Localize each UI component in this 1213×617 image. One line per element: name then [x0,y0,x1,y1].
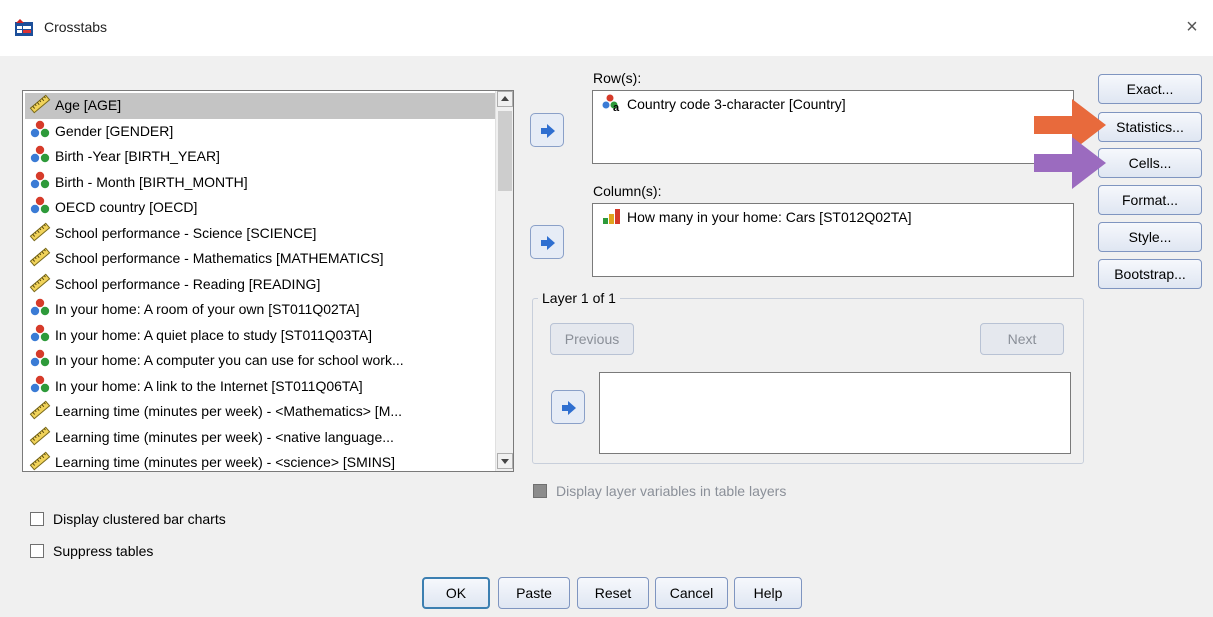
scale-ruler-icon [29,222,51,242]
purple-callout-arrow-icon [1034,137,1106,189]
bootstrap-button[interactable]: Bootstrap... [1098,259,1202,289]
variable-list-item[interactable]: In your home: A link to the Internet [ST… [25,374,495,400]
move-to-layer-button[interactable] [551,390,585,424]
columns-field[interactable]: How many in your home: Cars [ST012Q02TA] [592,203,1074,277]
ok-button[interactable]: OK [422,577,490,609]
display-layer-checkbox[interactable] [533,484,547,498]
statistics-button[interactable]: Statistics... [1098,112,1202,142]
crosstabs-app-icon [15,19,33,36]
variable-label: School performance - Reading [READING] [55,275,321,292]
variable-label: School performance - Mathematics [MATHEM… [55,250,384,266]
variable-list-item[interactable]: Gender [GENDER] [25,119,495,145]
layer-field[interactable] [599,372,1071,454]
variable-label: OECD country [OECD] [55,199,198,215]
scroll-down-icon[interactable] [497,453,513,469]
format-button[interactable]: Format... [1098,185,1202,215]
window-title: Crosstabs [44,19,108,35]
source-variable-list[interactable]: Age [AGE] Gender [GENDER] Birth -Year [BIR… [22,90,514,472]
scroll-thumb[interactable] [498,111,512,191]
nominal-icon [30,171,50,188]
variable-label: In your home: A link to the Internet [ST… [55,377,363,394]
scale-ruler-icon [29,451,51,471]
variable-label: Learning time (minutes per week) - <nati… [55,428,394,445]
title-bar: Crosstabs × [0,0,1213,56]
variable-list-item[interactable]: OECD country [OECD] [25,195,495,221]
scale-ruler-icon [29,400,51,420]
variable-list-item[interactable]: Learning time (minutes per week) - <scie… [25,450,495,471]
clustered-bar-checkbox[interactable] [30,512,44,526]
cells-button[interactable]: Cells... [1098,148,1202,178]
variable-list-item[interactable]: School performance - Mathematics [MATHEM… [25,246,495,272]
nominal-icon [30,120,50,137]
reset-button[interactable]: Reset [577,577,649,609]
nominal-icon [30,350,50,367]
variable-list-item[interactable]: Learning time (minutes per week) - <nati… [25,425,495,451]
ordinal-bars-icon [603,209,620,225]
move-to-rows-button[interactable] [530,113,564,147]
previous-button[interactable]: Previous [550,323,634,355]
layer-legend: Layer 1 of 1 [538,290,620,306]
scale-ruler-icon [29,247,51,267]
move-to-columns-button[interactable] [530,225,564,259]
svg-text:a: a [613,102,620,112]
display-layer-label: Display layer variables in table layers [556,483,787,499]
cancel-button[interactable]: Cancel [655,577,728,609]
nominal-string-icon: a [602,94,620,112]
variable-list-item[interactable]: School performance - Reading [READING] [25,272,495,298]
variable-list-item[interactable]: Learning time (minutes per week) - <Math… [25,399,495,425]
variable-label: Birth -Year [BIRTH_YEAR] [55,148,220,164]
scale-ruler-icon [29,426,51,446]
columns-item[interactable]: How many in your home: Cars [ST012Q02TA] [601,209,912,227]
variable-label: Gender [GENDER] [55,122,174,139]
nominal-icon [30,299,50,316]
variable-list-item[interactable]: Birth - Month [BIRTH_MONTH] [25,170,495,196]
variable-label: School performance - Science [SCIENCE] [55,224,317,241]
clustered-bar-label: Display clustered bar charts [53,511,226,527]
variable-label: In your home: A room of your own [ST011Q… [55,301,360,317]
scroll-up-icon[interactable] [497,91,513,107]
variable-list-item[interactable]: Birth -Year [BIRTH_YEAR] [25,144,495,170]
columns-label: Column(s): [593,183,662,199]
rows-item[interactable]: a Country code 3-character [Country] [601,94,846,114]
variable-list-item[interactable]: School performance - Science [SCIENCE] [25,221,495,247]
variable-list-item[interactable]: In your home: A room of your own [ST011Q… [25,297,495,323]
scale-ruler-icon [29,273,51,293]
nominal-icon [30,197,50,214]
scale-ruler-icon [29,94,51,114]
exact-button[interactable]: Exact... [1098,74,1202,104]
variable-list-item[interactable]: In your home: A quiet place to study [ST… [25,323,495,349]
next-button[interactable]: Next [980,323,1064,355]
vertical-scrollbar[interactable] [495,91,513,471]
nominal-icon [30,324,50,341]
variable-label: Learning time (minutes per week) - <scie… [55,454,396,470]
suppress-tables-label: Suppress tables [53,543,154,559]
variable-label: Birth - Month [BIRTH_MONTH] [55,173,248,190]
right-arrow-icon [562,401,576,415]
variable-label: In your home: A computer you can use for… [55,352,404,368]
nominal-icon [30,375,50,392]
variable-label: Learning time (minutes per week) - <Math… [55,403,403,419]
variable-list-item[interactable]: In your home: A computer you can use for… [25,348,495,374]
variable-list-item[interactable]: Age [AGE] [25,93,495,119]
suppress-tables-checkbox[interactable] [30,544,44,558]
rows-label: Row(s): [593,70,642,86]
rows-field[interactable]: a Country code 3-character [Country] [592,90,1074,164]
right-arrow-icon [541,124,555,138]
close-icon[interactable]: × [1182,16,1202,38]
nominal-icon [30,146,50,163]
variable-label: Age [AGE] [55,97,122,113]
help-button[interactable]: Help [734,577,802,609]
variable-label: In your home: A quiet place to study [ST… [55,326,372,343]
style-button[interactable]: Style... [1098,222,1202,252]
paste-button[interactable]: Paste [498,577,570,609]
right-arrow-icon [541,236,555,250]
